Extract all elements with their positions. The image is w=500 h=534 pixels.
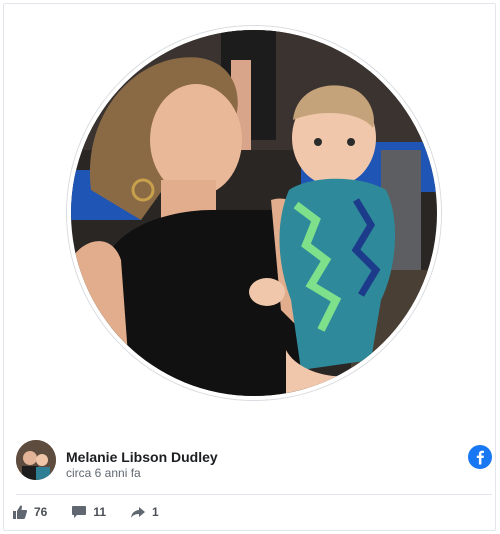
comment-count[interactable]: 11 bbox=[71, 504, 106, 520]
author-avatar[interactable] bbox=[16, 440, 56, 480]
profile-photo[interactable] bbox=[67, 26, 441, 400]
post-author-row: Melanie Libson Dudley circa 6 anni fa bbox=[16, 440, 492, 484]
profile-photo-image bbox=[71, 30, 437, 396]
stats-divider bbox=[16, 494, 492, 495]
share-count-value: 1 bbox=[152, 505, 159, 519]
comment-icon bbox=[72, 506, 87, 518]
thumbs-up-icon bbox=[13, 505, 28, 519]
post-stats: 76 11 1 bbox=[12, 502, 183, 522]
share-count[interactable]: 1 bbox=[130, 504, 159, 520]
share-arrow-icon bbox=[131, 507, 146, 518]
facebook-post-card: Melanie Libson Dudley circa 6 anni fa bbox=[3, 3, 496, 531]
author-name[interactable]: Melanie Libson Dudley bbox=[66, 449, 218, 465]
comment-count-value: 11 bbox=[93, 505, 107, 519]
post-timestamp[interactable]: circa 6 anni fa bbox=[66, 466, 141, 480]
like-count-value: 76 bbox=[34, 505, 48, 519]
like-count[interactable]: 76 bbox=[12, 504, 47, 520]
avatar-image bbox=[16, 440, 56, 480]
facebook-icon[interactable] bbox=[468, 445, 492, 469]
